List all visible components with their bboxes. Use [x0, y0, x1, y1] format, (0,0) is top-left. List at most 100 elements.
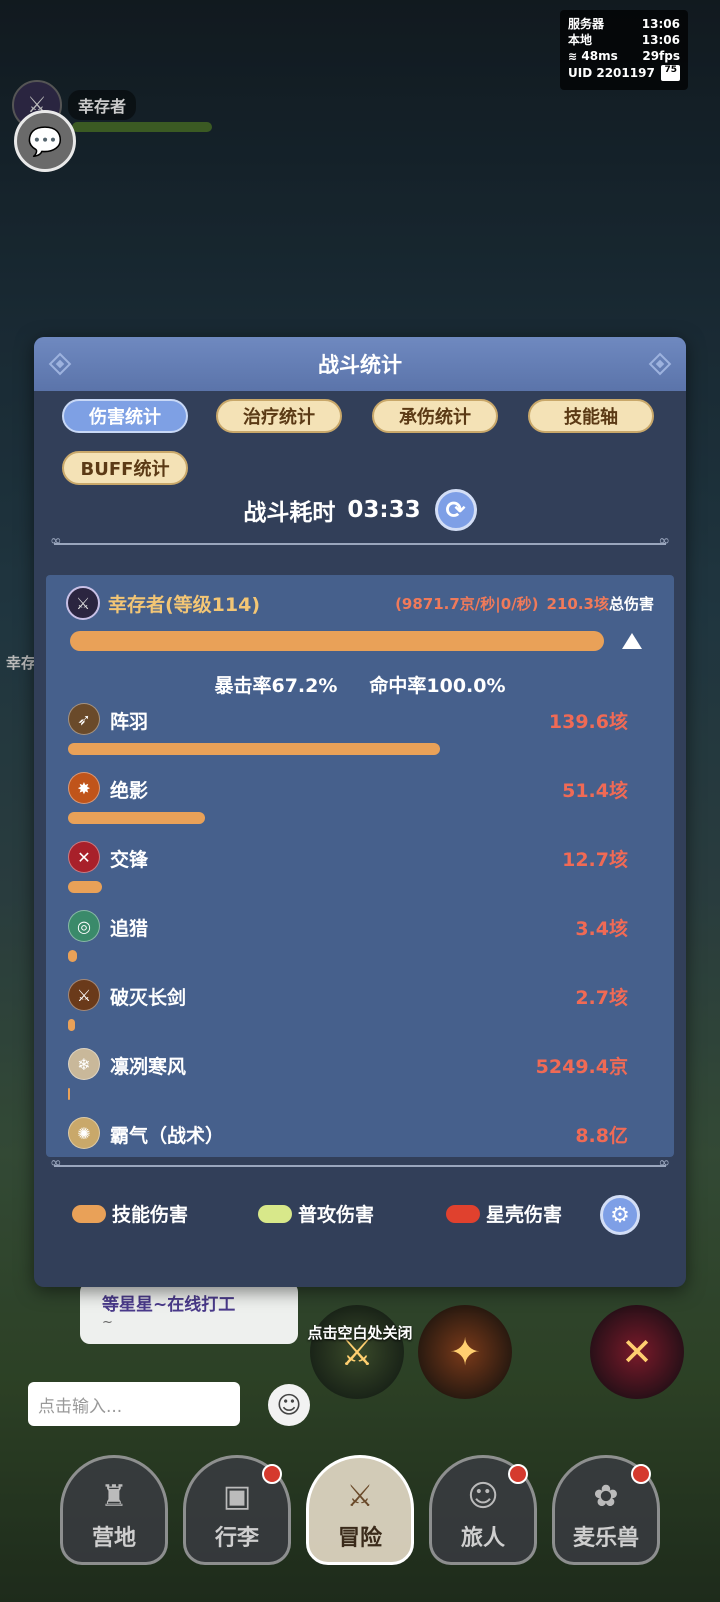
bottom-navigation: ♜ 营地 ▣ 行李 ⚔ 冒险 ☺ 旅人 ✿ 麦乐兽 [60, 1455, 660, 1575]
aura-icon: ✺ [68, 1117, 100, 1149]
legend-item: 星壳伤害 [446, 1200, 562, 1227]
skill-damage-bar [68, 881, 102, 893]
nav-item[interactable]: ▣ 行李 [183, 1455, 291, 1565]
skill-damage-bar [68, 812, 205, 824]
legend-item: 技能伤害 [72, 1200, 188, 1227]
skill-slot-3[interactable]: ✕ [590, 1305, 684, 1399]
nav-label: 营地 [91, 1526, 136, 1551]
legend-label: 普攻伤害 [298, 1204, 375, 1226]
skill-row[interactable]: ✸ 绝影 51.4垓 [68, 772, 628, 842]
target-icon: ◎ [68, 910, 100, 942]
emoji-icon[interactable]: ☺ [268, 1384, 310, 1426]
hero-damage-bar-track [70, 631, 604, 651]
skill-row[interactable]: ❄ 凛冽寒风 5249.4京 [68, 1048, 628, 1118]
nav-label: 旅人 [460, 1526, 505, 1551]
uid-value: UID 2201197 [568, 66, 655, 80]
status-overlay: 服务器 13:06 本地 13:06 ≋ 48ms 29fps UID 2201197… [560, 10, 688, 90]
tab-buff[interactable]: BUFF统计 [62, 451, 188, 485]
diamond-ornament-icon [648, 352, 672, 376]
chat-bubble-icon[interactable]: 💬 [14, 110, 76, 172]
notification-dot [262, 1464, 282, 1484]
legend-label: 星壳伤害 [486, 1204, 563, 1226]
fps-value: 29fps [642, 49, 680, 63]
hero-total-damage: 210.3垓 [546, 594, 609, 613]
server-time: 13:06 [641, 17, 680, 31]
pet-icon: ✿ [593, 1479, 619, 1514]
skill-slot-1[interactable]: ⚔ [310, 1305, 404, 1399]
tab-skill-timeline[interactable]: 技能轴 [528, 399, 654, 433]
nav-label: 麦乐兽 [572, 1526, 639, 1551]
feather-icon: ➶ [68, 703, 100, 735]
skill-damage-bar [68, 950, 77, 962]
skill-name: 追猎 [110, 918, 149, 940]
player-hp-bar [72, 122, 212, 132]
wifi-icon: ≋ [568, 50, 578, 63]
divider [50, 1155, 670, 1171]
skill-damage-value: 8.8亿 [575, 1125, 628, 1147]
skill-bar-track [68, 881, 628, 893]
legend-swatch [258, 1204, 292, 1223]
nav-item[interactable]: ✿ 麦乐兽 [552, 1455, 660, 1565]
local-time: 13:06 [641, 33, 680, 47]
chat-input[interactable]: 点击输入... [28, 1382, 240, 1426]
wind-icon: ❄ [68, 1048, 100, 1080]
shadow-icon: ✸ [68, 772, 100, 804]
tab-healing[interactable]: 治疗统计 [216, 399, 342, 433]
hero-rates: 暴击率67.2% 命中率100.0% [46, 671, 674, 698]
skill-slot-2[interactable]: ✦ [418, 1305, 512, 1399]
skill-damage-value: 3.4垓 [575, 918, 628, 940]
skill-bar-track [68, 1019, 628, 1031]
duration-label: 战斗耗时 [243, 500, 336, 526]
legend-item: 普攻伤害 [258, 1200, 374, 1227]
nav-item[interactable]: ⚔ 冒险 [306, 1455, 414, 1565]
skill-damage-value: 2.7垓 [575, 987, 628, 1009]
skill-damage-value: 51.4垓 [562, 780, 628, 802]
tab-damage-taken[interactable]: 承伤统计 [372, 399, 498, 433]
close-hint[interactable]: 点击空白处关闭 [0, 1322, 720, 1343]
skill-bar-track [68, 743, 628, 755]
local-label: 本地 [568, 33, 593, 47]
refresh-icon[interactable]: ⟳ [434, 489, 477, 531]
hero-summary-row[interactable]: ⚔ 幸存者(等级114) (9871.7京/秒|0/秒) 210.3垓 总伤害 [66, 583, 654, 623]
hero-dps: (9871.7京/秒|0/秒) [395, 594, 539, 613]
skill-name: 凛冽寒风 [110, 1056, 187, 1078]
chat-message-text: 等星星~在线打工 [102, 1295, 236, 1315]
skill-bar-track [68, 812, 628, 824]
notification-dot [631, 1464, 651, 1484]
skill-name: 破灭长剑 [110, 987, 187, 1009]
skill-row[interactable]: ⚔ 破灭长剑 2.7垓 [68, 979, 628, 1049]
skill-row[interactable]: ✺ 霸气（战术） 8.8亿 [68, 1117, 628, 1157]
nav-label: 冒险 [337, 1526, 382, 1551]
chest-icon: ▣ [222, 1479, 252, 1514]
skill-damage-value: 5249.4京 [535, 1056, 628, 1078]
nav-item[interactable]: ♜ 营地 [60, 1455, 168, 1565]
skill-damage-bar [68, 1088, 70, 1100]
crossed-swords-icon: ⚔ [346, 1479, 374, 1514]
skill-row[interactable]: ◎ 追猎 3.4垓 [68, 910, 628, 980]
legend-label: 技能伤害 [112, 1204, 189, 1226]
tab-damage[interactable]: 伤害统计 [62, 399, 188, 433]
hero-damage-bar [70, 631, 604, 651]
ping-value: 48ms [581, 49, 618, 63]
skill-row[interactable]: ➶ 阵羽 139.6垓 [68, 703, 628, 773]
diamond-ornament-icon [48, 352, 72, 376]
damage-detail-list[interactable]: ⚔ 幸存者(等级114) (9871.7京/秒|0/秒) 210.3垓 总伤害 … [46, 575, 674, 1157]
settings-gear-icon[interactable]: ⚙ [600, 1195, 640, 1235]
collapse-triangle-icon[interactable] [622, 633, 642, 649]
panel-header: 战斗统计 [34, 337, 686, 391]
battle-duration: 战斗耗时 03:33 ⟳ [34, 489, 686, 531]
skill-name: 绝影 [110, 780, 149, 802]
hero-name: 幸存者(等级114) [108, 593, 261, 616]
skill-row[interactable]: ✕ 交锋 12.7垓 [68, 841, 628, 911]
skill-damage-value: 139.6垓 [548, 711, 628, 733]
skill-bar-track [68, 1088, 628, 1100]
hero-total-label: 总伤害 [608, 594, 654, 613]
skill-damage-bar [68, 1019, 76, 1031]
server-label: 服务器 [568, 17, 605, 31]
hit-rate: 命中率100.0% [369, 675, 506, 697]
skill-name: 阵羽 [110, 711, 149, 733]
nav-label: 行李 [214, 1526, 259, 1551]
crit-rate: 暴击率67.2% [214, 675, 338, 697]
nav-item[interactable]: ☺ 旅人 [429, 1455, 537, 1565]
damage-legend: 技能伤害 普攻伤害 星壳伤害 [72, 1194, 652, 1234]
